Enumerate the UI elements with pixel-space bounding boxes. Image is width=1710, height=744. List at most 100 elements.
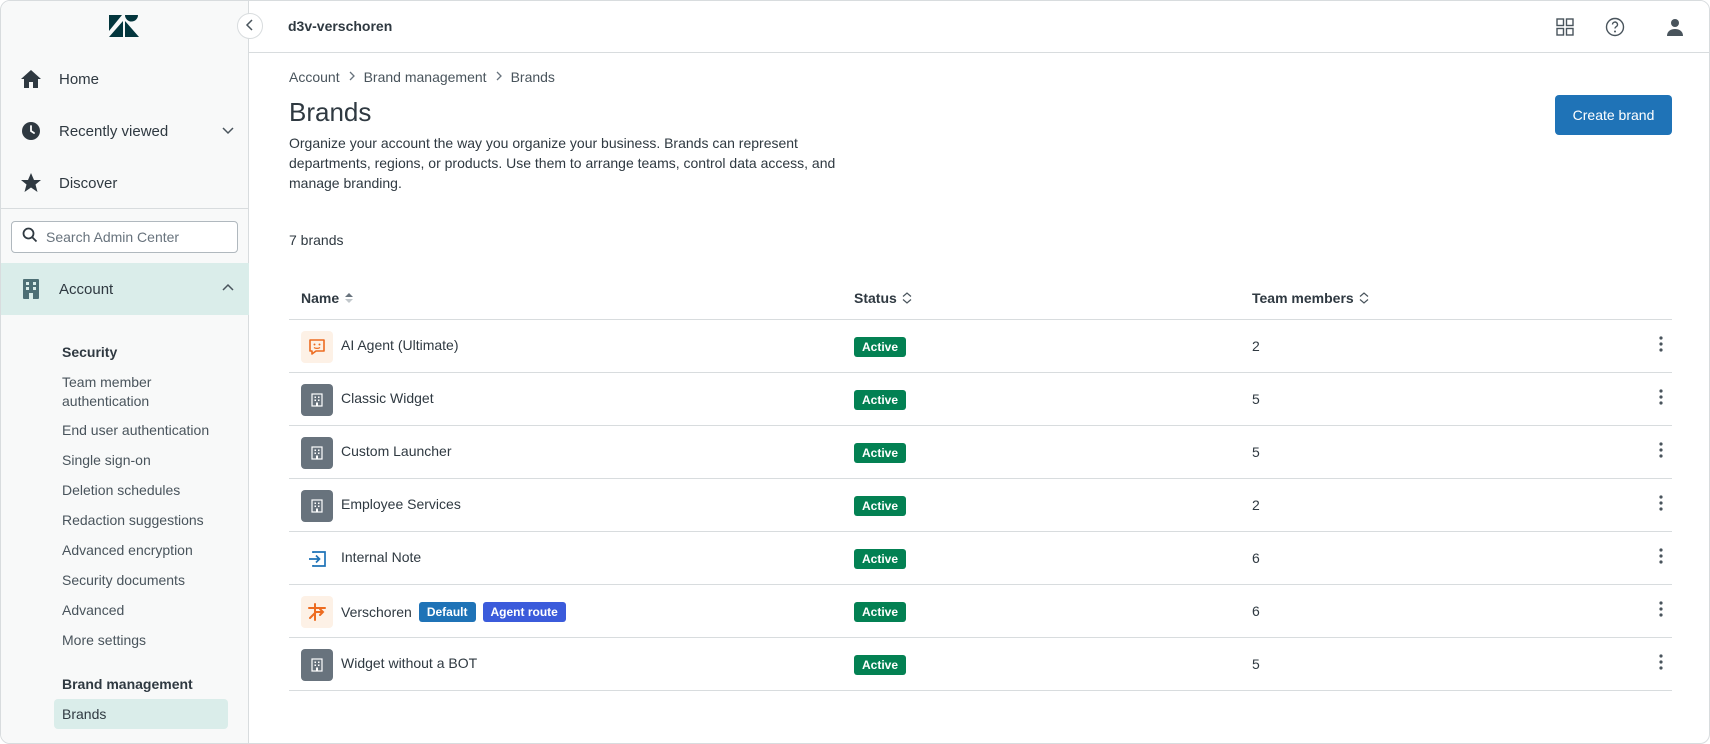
brand-name[interactable]: Employee Services bbox=[341, 496, 461, 512]
brand-name-text: AI Agent (Ultimate) bbox=[341, 337, 459, 353]
brand-name-text: Widget without a BOT bbox=[341, 655, 478, 671]
building-icon bbox=[301, 437, 333, 469]
team-members-count: 5 bbox=[1252, 656, 1260, 672]
brand-name[interactable]: AI Agent (Ultimate) bbox=[341, 337, 459, 353]
page-description: Organize your account the way you organi… bbox=[289, 135, 836, 191]
brand-name[interactable]: Widget without a BOT bbox=[341, 655, 477, 671]
sidebar: Home Recently viewed Discover Search Adm… bbox=[1, 1, 249, 743]
main-content: Account Brand management Brands Brands O… bbox=[249, 53, 1709, 743]
more-options-icon[interactable] bbox=[1649, 385, 1673, 409]
building-icon bbox=[301, 490, 333, 522]
sidebar-link-single-sign-on[interactable]: Single sign-on bbox=[62, 451, 232, 470]
chat-bot-icon bbox=[301, 331, 333, 363]
more-options-icon[interactable] bbox=[1649, 544, 1673, 568]
column-header-status[interactable]: Status bbox=[854, 290, 912, 306]
status-badge: Active bbox=[854, 390, 907, 410]
table-row[interactable]: Verschoren Default Agent route Active 6 bbox=[289, 585, 1672, 638]
sidebar-link-end-user-auth[interactable]: End user authentication bbox=[62, 421, 232, 440]
brand-name[interactable]: Classic Widget bbox=[341, 390, 434, 406]
sort-ascending-icon bbox=[345, 293, 354, 303]
apps-icon[interactable] bbox=[1553, 15, 1577, 39]
sidebar-link-advanced-encryption[interactable]: Advanced encryption bbox=[62, 541, 232, 560]
breadcrumb: Account Brand management Brands bbox=[289, 69, 555, 85]
sidebar-link-redaction-suggestions[interactable]: Redaction suggestions bbox=[62, 511, 232, 530]
breadcrumb-brands: Brands bbox=[510, 69, 555, 85]
brand-logo-icon bbox=[301, 596, 333, 628]
brand-name[interactable]: Custom Launcher bbox=[341, 443, 452, 459]
team-members-count: 2 bbox=[1252, 497, 1260, 513]
brand-name[interactable]: Internal Note bbox=[341, 549, 421, 565]
team-members-count: 6 bbox=[1252, 550, 1260, 566]
sidebar-link-deletion-schedules[interactable]: Deletion schedules bbox=[62, 481, 232, 500]
brand-management-section-title: Brand management bbox=[62, 676, 193, 692]
sort-icon bbox=[1359, 292, 1369, 304]
page-title: Brands bbox=[289, 97, 372, 127]
nav-discover-label: Discover bbox=[59, 174, 118, 192]
nav-recently-viewed-label: Recently viewed bbox=[59, 122, 169, 140]
sidebar-link-advanced[interactable]: Advanced bbox=[62, 601, 232, 620]
brands-table: Name Status Team members AI Agent (Ultim… bbox=[289, 277, 1672, 691]
status-badge: Active bbox=[854, 337, 907, 357]
topbar: d3v-verschoren bbox=[249, 1, 1709, 53]
zendesk-logo[interactable] bbox=[109, 15, 139, 37]
star-icon bbox=[19, 171, 43, 195]
user-icon[interactable] bbox=[1663, 15, 1687, 39]
help-icon[interactable] bbox=[1603, 15, 1627, 39]
column-status-label: Status bbox=[854, 290, 897, 306]
chevron-right-icon bbox=[495, 70, 503, 84]
table-row[interactable]: Employee Services Active 2 bbox=[289, 479, 1672, 532]
more-options-icon[interactable] bbox=[1649, 597, 1673, 621]
table-row[interactable]: Widget without a BOT Active 5 bbox=[289, 638, 1672, 691]
home-icon bbox=[19, 67, 43, 91]
brand-name-text: Internal Note bbox=[341, 549, 422, 565]
building-icon bbox=[301, 384, 333, 416]
nav-recently-viewed[interactable]: Recently viewed bbox=[1, 105, 249, 157]
column-header-team-members[interactable]: Team members bbox=[1252, 290, 1369, 306]
search-box[interactable] bbox=[11, 221, 238, 253]
sidebar-link-security-documents[interactable]: Security documents bbox=[62, 571, 232, 590]
status-badge: Active bbox=[854, 602, 907, 622]
sidebar-link-more-settings[interactable]: More settings bbox=[62, 631, 232, 650]
more-options-icon[interactable] bbox=[1649, 332, 1673, 356]
column-team-members-label: Team members bbox=[1252, 290, 1354, 306]
more-options-icon[interactable] bbox=[1649, 650, 1673, 674]
search-icon bbox=[22, 227, 38, 247]
default-badge: Default bbox=[418, 602, 476, 622]
more-options-icon[interactable] bbox=[1649, 438, 1673, 462]
nav-divider bbox=[1, 208, 249, 209]
nav-discover[interactable]: Discover bbox=[1, 157, 249, 209]
app-window: Home Recently viewed Discover Search Adm… bbox=[0, 0, 1710, 744]
chevron-up-icon[interactable] bbox=[221, 281, 235, 299]
table-row[interactable]: Custom Launcher Active 5 bbox=[289, 426, 1672, 479]
workspace-name: d3v-verschoren bbox=[288, 18, 393, 34]
brand-name-text: Custom Launcher bbox=[341, 443, 452, 459]
sort-icon bbox=[902, 292, 912, 304]
breadcrumb-brand-management[interactable]: Brand management bbox=[364, 69, 487, 85]
nav-account[interactable]: Account bbox=[1, 263, 249, 315]
table-row[interactable]: Classic Widget Active 5 bbox=[289, 373, 1672, 426]
more-options-icon[interactable] bbox=[1649, 491, 1673, 515]
status-badge: Active bbox=[854, 443, 907, 463]
collapse-sidebar-button[interactable] bbox=[237, 13, 263, 39]
status-badge: Active bbox=[854, 655, 907, 675]
table-header: Name Status Team members bbox=[289, 277, 1672, 320]
breadcrumb-account[interactable]: Account bbox=[289, 69, 340, 85]
team-members-count: 2 bbox=[1252, 338, 1260, 354]
search-input[interactable] bbox=[46, 229, 226, 245]
column-name-label: Name bbox=[301, 290, 340, 306]
chevron-down-icon[interactable] bbox=[221, 123, 235, 141]
nav-home-label: Home bbox=[59, 70, 100, 88]
chevron-right-icon bbox=[348, 70, 356, 84]
chevron-left-icon bbox=[245, 18, 255, 35]
brand-name[interactable]: Verschoren Default Agent route bbox=[341, 602, 566, 622]
brand-count: 7 brands bbox=[289, 232, 344, 248]
sidebar-link-brands[interactable]: Brands bbox=[54, 699, 228, 729]
nav-home[interactable]: Home bbox=[1, 53, 249, 105]
column-header-name[interactable]: Name bbox=[301, 290, 354, 306]
create-brand-button[interactable]: Create brand bbox=[1555, 95, 1672, 135]
table-row[interactable]: AI Agent (Ultimate) Active 2 bbox=[289, 320, 1672, 373]
agent-route-badge: Agent route bbox=[482, 602, 566, 622]
sidebar-link-team-member-auth[interactable]: Team member authentication bbox=[62, 373, 232, 411]
team-members-count: 5 bbox=[1252, 444, 1260, 460]
table-row[interactable]: Internal Note Active 6 bbox=[289, 532, 1672, 585]
